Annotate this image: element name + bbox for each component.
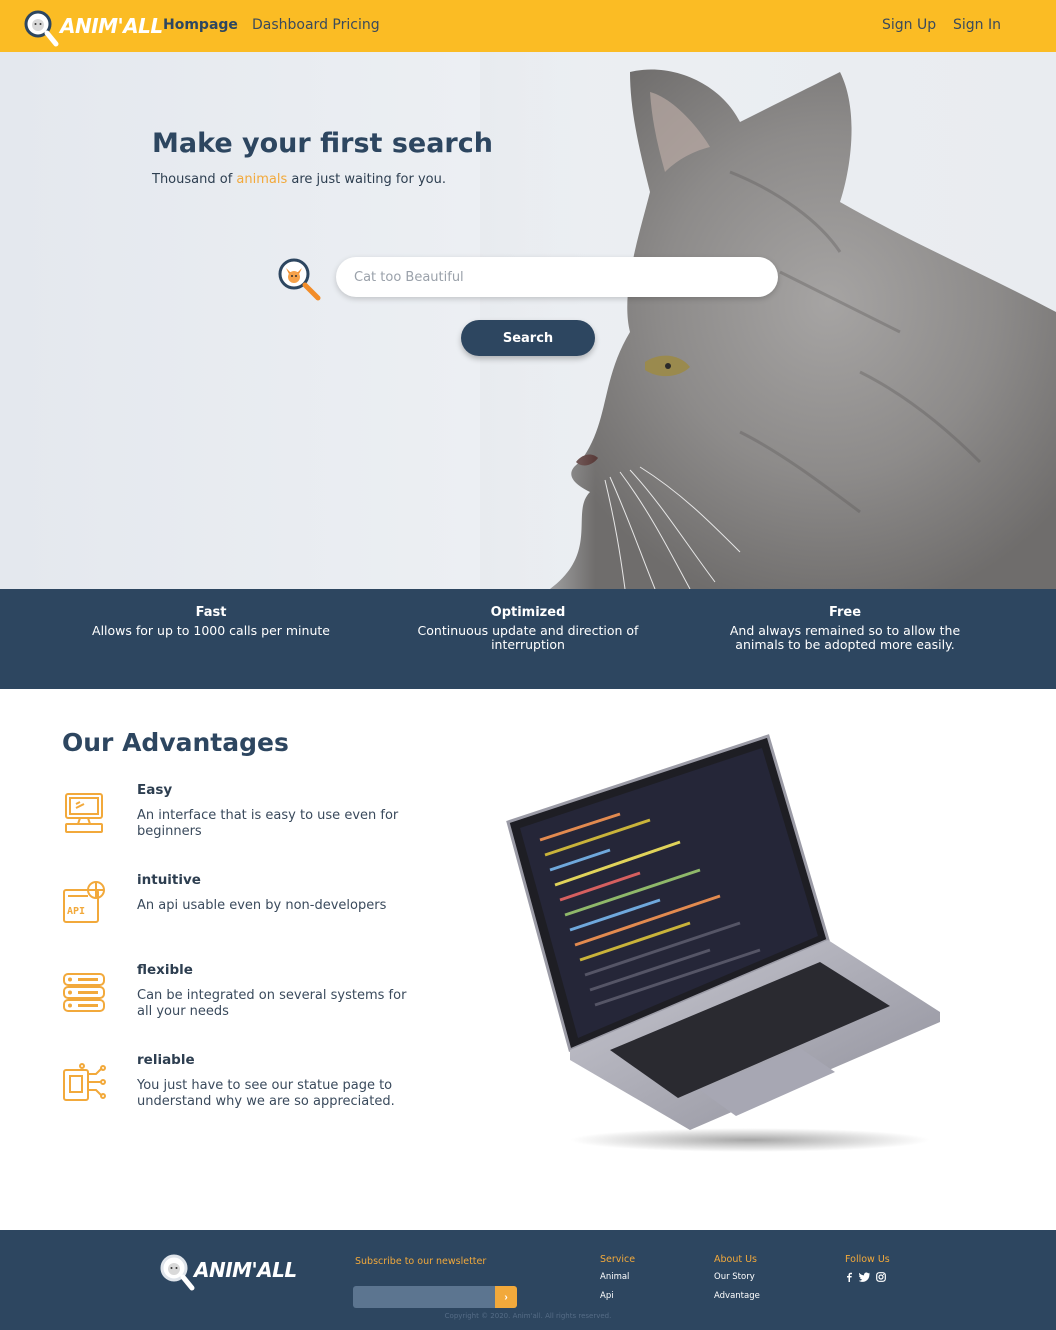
magnifier-logo-icon: [24, 10, 59, 47]
feature-optimized: Optimized Continuous update and directio…: [383, 605, 673, 652]
feature-free: Free And always remained so to allow the…: [700, 605, 990, 652]
fox-magnifier-icon: [278, 258, 321, 301]
hero-title: Make your first search: [152, 128, 493, 159]
footer-follow-heading: Follow Us: [845, 1254, 890, 1265]
newsletter-email-input[interactable]: [353, 1286, 497, 1308]
feature-title: Optimized: [490, 605, 566, 620]
instagram-icon[interactable]: [876, 1272, 886, 1285]
footer-brand-logo-text: ANIM'ALL: [194, 1258, 297, 1282]
feature-desc: Continuous update and direction of inter…: [417, 623, 639, 652]
facebook-icon[interactable]: [845, 1272, 853, 1285]
sign-in-link[interactable]: Sign In: [953, 17, 1001, 33]
hero-section: Make your first search Thousand of anima…: [0, 52, 1056, 589]
advantage-desc: An interface that is easy to use even fo…: [137, 808, 399, 839]
twitter-icon[interactable]: [858, 1272, 870, 1285]
footer-about-column: About Us Our Story Advantage: [714, 1254, 760, 1310]
footer-service-column: Service Animal Api: [600, 1254, 635, 1310]
footer-link-animal[interactable]: Animal: [600, 1272, 635, 1282]
server-icon: [63, 973, 105, 1012]
advantage-desc: An api usable even by non-developers: [137, 898, 387, 913]
feature-title: Fast: [195, 605, 227, 620]
brand-logo-text: ANIM'ALL: [60, 14, 163, 38]
advantage-name: flexible: [137, 962, 193, 978]
brand-logo[interactable]: ANIM'ALL: [22, 8, 163, 48]
hero-subtitle-accent: animals: [236, 172, 288, 187]
search-input[interactable]: [336, 257, 778, 297]
footer-link-advantage[interactable]: Advantage: [714, 1291, 760, 1301]
advantage-item-reliable: reliable You just have to see our statue…: [62, 1052, 422, 1132]
advantage-item-intuitive: API intuitive An api usable even by non-…: [62, 872, 422, 952]
footer: ANIM'ALL Subscribe to our newsletter › S…: [0, 1230, 1056, 1330]
footer-follow-column: Follow Us: [845, 1254, 890, 1285]
advantage-desc: You just have to see our statue page to …: [137, 1078, 395, 1109]
social-links: [845, 1272, 890, 1285]
sign-up-link[interactable]: Sign Up: [882, 17, 936, 33]
advantage-item-flexible: flexible Can be integrated on several sy…: [62, 962, 422, 1042]
advantage-name: intuitive: [137, 872, 201, 888]
feature-title: Free: [828, 605, 862, 620]
newsletter-label: Subscribe to our newsletter: [355, 1256, 487, 1267]
newsletter-submit-button[interactable]: ›: [495, 1286, 517, 1308]
footer-link-api[interactable]: Api: [600, 1291, 635, 1301]
advantages-title: Our Advantages: [62, 728, 289, 757]
feature-desc: And always remained so to allow the anim…: [729, 623, 961, 652]
advantage-name: reliable: [137, 1052, 195, 1068]
search-button[interactable]: Search: [461, 320, 595, 356]
feature-fast: Fast Allows for up to 1000 calls per min…: [66, 605, 356, 638]
svg-text:API: API: [67, 906, 85, 917]
advantage-name: Easy: [137, 782, 173, 798]
api-icon: API: [63, 881, 105, 923]
footer-link-our-story[interactable]: Our Story: [714, 1272, 760, 1282]
magnifier-logo-icon: [160, 1254, 195, 1291]
hero-subtitle-after: are just waiting for you.: [287, 172, 446, 187]
feature-desc: Allows for up to 1000 calls per minute: [92, 623, 330, 638]
footer-brand-logo[interactable]: ANIM'ALL: [158, 1252, 297, 1292]
footer-service-heading: Service: [600, 1254, 636, 1265]
top-navbar: ANIM'ALL Hompage Dashboard Pricing Sign …: [0, 0, 1056, 52]
copyright-text: Copyright © 2020. Anim'all. All rights r…: [444, 1312, 612, 1320]
chip-icon: [63, 1063, 106, 1101]
nav-link-homepage[interactable]: Hompage: [163, 17, 238, 33]
hero-subtitle: Thousand of animals are just waiting for…: [152, 172, 446, 187]
computer-icon: [65, 793, 103, 833]
footer-about-heading: About Us: [714, 1254, 758, 1265]
hero-subtitle-before: Thousand of: [152, 172, 237, 187]
features-bar: Fast Allows for up to 1000 calls per min…: [0, 589, 1056, 689]
advantage-item-easy: Easy An interface that is easy to use ev…: [62, 782, 422, 862]
nav-link-dashboard-pricing[interactable]: Dashboard Pricing: [252, 17, 380, 33]
laptop-image: [506, 734, 940, 1152]
advantage-desc: Can be integrated on several systems for…: [137, 988, 407, 1019]
